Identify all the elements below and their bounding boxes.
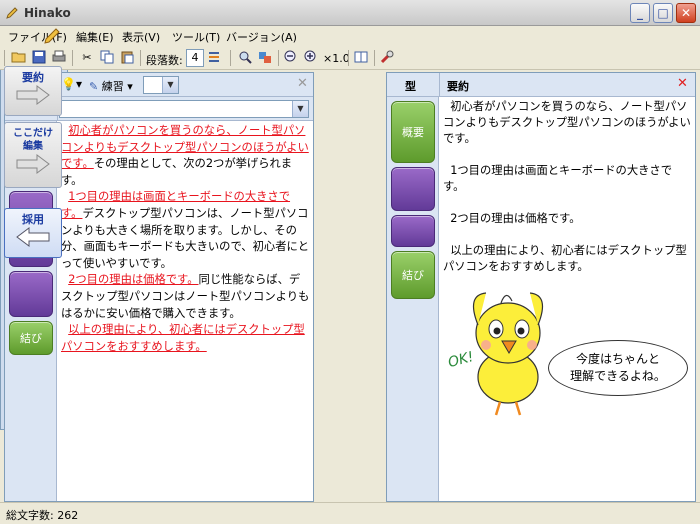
paragraph: 2つ目の理由は価格です。同じ性能ならば、デスクトップ型パソコンはノート型パソコン…	[61, 273, 310, 320]
paragraph-count-input[interactable]: 4	[186, 49, 204, 67]
chevron-down-icon: ▼	[292, 101, 308, 117]
menu-bar: ファイル(F) 編集(E) 表示(V) ツール(T) バージョン(A)	[0, 26, 700, 46]
replace-icon[interactable]	[256, 49, 274, 67]
print-icon[interactable]	[50, 49, 68, 67]
task-select[interactable]: ▼	[59, 100, 309, 118]
save-icon[interactable]	[30, 49, 48, 67]
right-type-header: 型	[405, 80, 416, 93]
split-view-icon[interactable]	[352, 49, 370, 67]
paragraph: 以上の理由により、初心者にはデスクトップ型パソコンをおすすめします。	[61, 323, 305, 353]
zoom-out-icon[interactable]	[282, 49, 300, 67]
menu-edit[interactable]: 編集(E)	[76, 29, 114, 45]
close-button[interactable]: ✕	[676, 3, 696, 23]
zoom-in-icon[interactable]	[302, 49, 320, 67]
mode-label: 練習	[101, 80, 124, 93]
window-title: Hinako	[24, 6, 71, 20]
pencil-app-icon	[6, 7, 18, 19]
right-block-musubi[interactable]: 結び	[391, 251, 435, 299]
arrow-right-icon	[16, 85, 50, 105]
paragraph: 初心者がパソコンを買うのなら、ノート型パソコンよりもデスクトップ型パソコンのほう…	[61, 124, 309, 187]
status-bar: 総文字数: 262	[0, 502, 700, 524]
paragraph: 1つ目の理由は画面とキーボードの大きさです。	[443, 164, 673, 193]
close-icon[interactable]: ✕	[677, 76, 688, 91]
char-count: 総文字数: 262	[6, 509, 79, 522]
menu-version[interactable]: バージョン(A)	[226, 29, 297, 45]
settings-tool-icon[interactable]	[378, 49, 396, 67]
speech-bubble: 今度はちゃんと 理解できるよね。	[548, 340, 688, 396]
paragraph: 以上の理由により、初心者にはデスクトップ型パソコンをおすすめします。	[443, 244, 687, 273]
maximize-button[interactable]: □	[653, 3, 673, 23]
adopt-button[interactable]: 採用	[4, 208, 62, 258]
left-block-musubi[interactable]: 結び	[9, 321, 53, 355]
bulb-icon[interactable]: 💡▾	[61, 77, 82, 91]
summary-button[interactable]: 要約	[4, 66, 62, 116]
menu-tools[interactable]: ツール(T)	[172, 29, 220, 45]
edit-here-button[interactable]: ここだけ 編集	[4, 122, 62, 188]
arrow-right-icon	[16, 154, 50, 174]
right-block-body-1[interactable]	[391, 167, 435, 211]
right-block-body-2[interactable]	[391, 215, 435, 247]
paragraph-dropdown-icon[interactable]	[206, 49, 224, 67]
paragraph: 2つ目の理由は価格です。	[450, 212, 581, 225]
right-header-row: 型 要約 ✕	[387, 73, 695, 97]
mode-icon: ✎	[89, 80, 99, 93]
paragraph: 1つ目の理由は画面とキーボードの大きさです。デスクトップ型パソコンは、ノート型パ…	[61, 190, 310, 270]
left-essay-text[interactable]: 初心者がパソコンを買うのなら、ノート型パソコンよりもデスクトップ型パソコンのほう…	[61, 123, 311, 355]
paste-icon[interactable]	[118, 49, 136, 67]
chevron-down-icon: ▼	[162, 77, 178, 93]
right-structure-column: 概要 結び	[387, 97, 439, 501]
zoom-level: ×1.0	[323, 52, 350, 65]
right-block-gaiyou[interactable]: 概要	[391, 101, 435, 163]
title-bar: Hinako _ □ ✕	[0, 0, 700, 26]
right-summary-text[interactable]: 初心者がパソコンを買うのなら、ノート型パソコンよりもデスクトップ型パソコンのほう…	[443, 99, 693, 275]
paragraph: 初心者がパソコンを買うのなら、ノート型パソコンよりもデスクトップ型パソコンのほう…	[443, 100, 691, 145]
left-block-body-2[interactable]	[9, 271, 53, 317]
open-folder-icon[interactable]	[10, 49, 28, 67]
menu-view[interactable]: 表示(V)	[122, 29, 160, 45]
close-icon[interactable]: ✕	[297, 76, 308, 91]
copy-icon[interactable]	[98, 49, 116, 67]
toolbar: ✂ 段落数: 4 ×1.0	[0, 46, 700, 70]
search-icon[interactable]	[236, 49, 254, 67]
cut-icon[interactable]: ✂	[78, 49, 96, 67]
arrow-left-icon	[16, 227, 50, 247]
paragraph-count-label: 段落数:	[146, 54, 183, 67]
mode-select[interactable]: ▼	[143, 76, 179, 94]
mode-dropdown[interactable]: ✎ 練習 ▾	[89, 78, 133, 94]
summary-header: 要約	[447, 80, 469, 93]
minimize-button[interactable]: _	[630, 3, 650, 23]
pencil-icon	[44, 28, 60, 44]
